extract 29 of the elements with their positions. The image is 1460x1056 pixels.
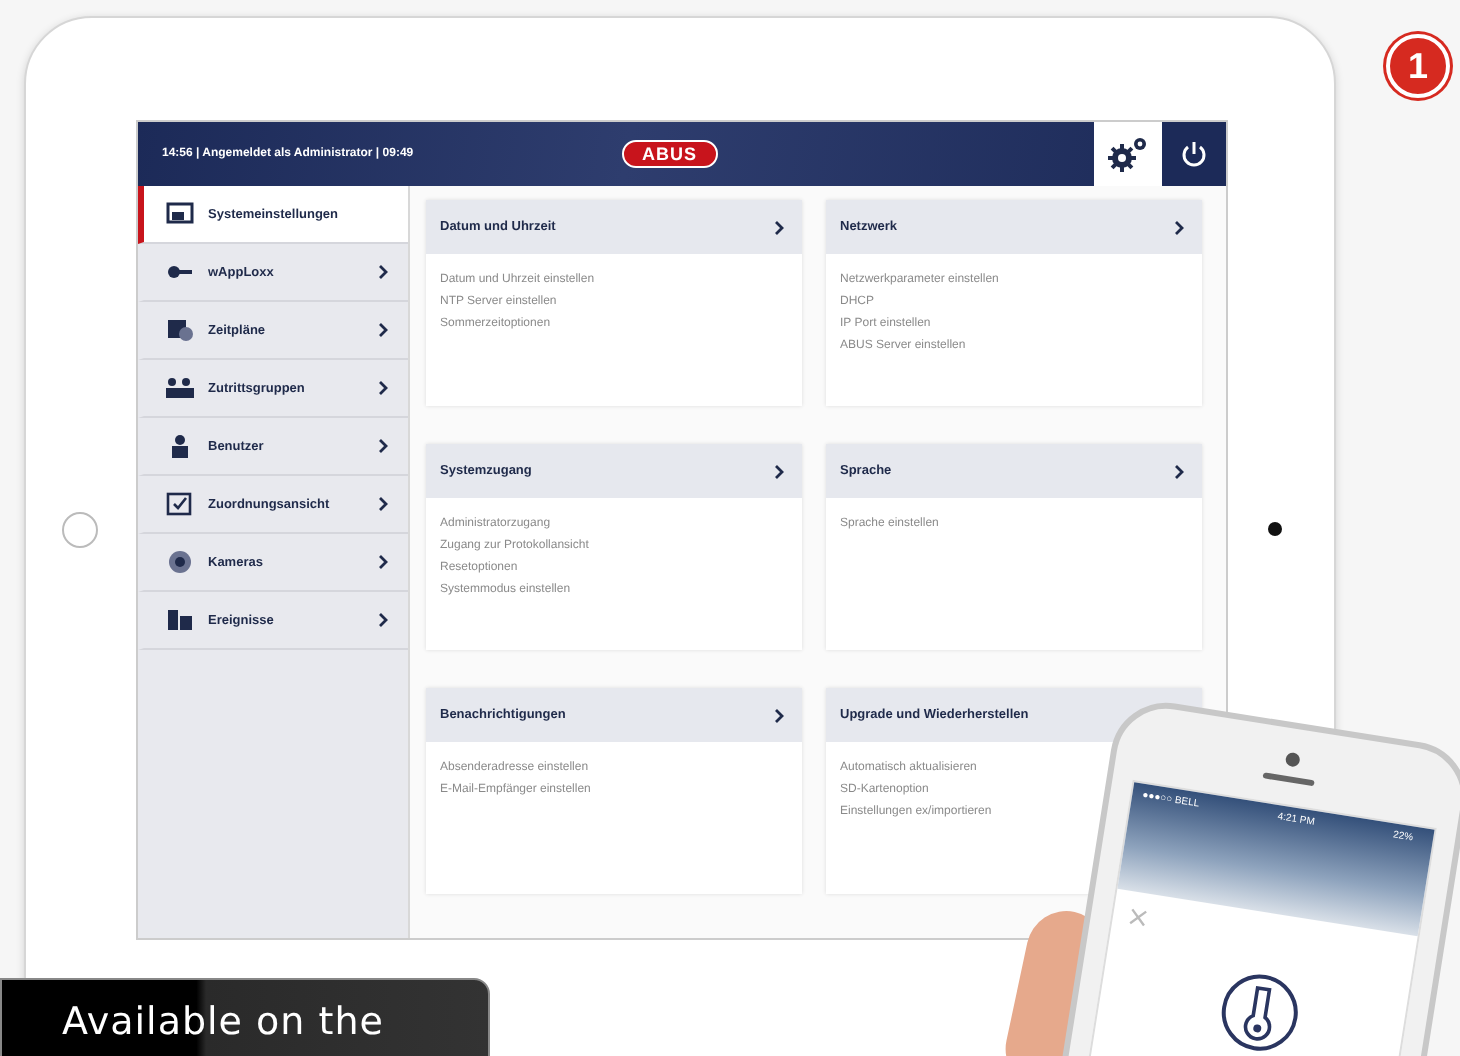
menu-icon [166,318,194,342]
camera-dot [1268,522,1282,536]
chevron-icon [774,219,784,235]
menu-icon [166,202,194,226]
chevron-icon [378,438,388,454]
settings-button[interactable] [1094,122,1162,186]
chevron-icon [378,380,388,396]
store-badge[interactable]: Available on the [0,978,490,1056]
chevron-icon [378,612,388,628]
chevron-icon [378,264,388,280]
step-number-badge: 1 [1386,34,1450,98]
chevron-icon [378,496,388,512]
menu-icon [166,608,194,632]
menu-icon [166,492,194,516]
settings-icon [1106,136,1150,172]
brand-logo: ABUS [622,140,718,168]
power-icon [1180,140,1208,168]
menu-icon [166,434,194,458]
chevron-icon [378,322,388,338]
menu-icon [166,376,194,400]
chevron-icon [774,707,784,723]
chevron-icon [1174,463,1184,479]
phone-speaker [1262,771,1315,786]
chevron-icon [774,463,784,479]
chevron-icon [1174,219,1184,235]
menu-icon [166,260,194,284]
phone-camera [1283,750,1300,767]
menu-icon [166,550,194,574]
chevron-icon [378,554,388,570]
